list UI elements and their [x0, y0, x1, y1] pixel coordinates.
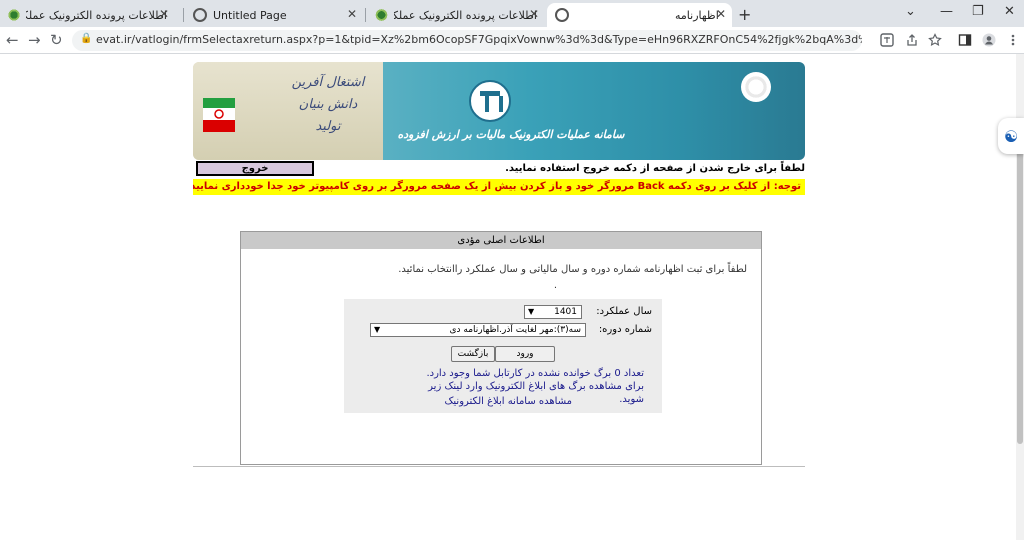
- profile-icon[interactable]: [982, 33, 996, 47]
- url-input[interactable]: 🔒 evat.ir/vatlogin/frmSelectaxreturn.asp…: [72, 30, 862, 51]
- restore-button[interactable]: ❐: [972, 4, 984, 19]
- lock-icon: 🔒: [80, 33, 93, 44]
- electronic-notice-link[interactable]: مشاهده سامانه ابلاغ الکترونیک: [444, 396, 572, 407]
- intro-dot: .: [553, 280, 557, 291]
- slogan-line: دانش بنیان: [298, 97, 358, 112]
- back-form-button[interactable]: بازگشت: [451, 346, 495, 362]
- close-icon[interactable]: ✕: [716, 7, 726, 21]
- menu-icon[interactable]: [1006, 33, 1020, 47]
- forward-button[interactable]: →: [28, 31, 41, 49]
- share-icon[interactable]: [905, 33, 919, 47]
- iran-flag-icon: [203, 98, 235, 132]
- tab-4-active[interactable]: اظهارنامه ✕: [547, 3, 732, 27]
- scrollbar-thumb[interactable]: [1017, 144, 1023, 444]
- tab-title: اطلاعات پرونده الکترونیک عملکرد:: [393, 8, 537, 22]
- chevron-down-icon: ▼: [528, 307, 535, 316]
- divider: [193, 466, 805, 467]
- sidepanel-icon[interactable]: [958, 33, 972, 47]
- url-text: evat.ir/vatlogin/frmSelectaxreturn.aspx?…: [96, 33, 862, 46]
- intro-text: لطفاً برای ثبت اظهارنامه شماره دوره و سا…: [398, 264, 747, 275]
- taxpayer-info-panel: اطلاعات اصلی مؤدی لطفاً برای ثبت اظهارنا…: [240, 231, 762, 465]
- exit-hint-text: لطفاً برای خارج شدن از صفحه از دکمه خروج…: [505, 163, 805, 174]
- period-select[interactable]: ▼ سه(۳):مهر لغایت آذر.اظهارنامه دی: [370, 323, 586, 337]
- enter-button[interactable]: ورود: [495, 346, 555, 362]
- close-icon[interactable]: ✕: [159, 7, 169, 21]
- banner-slogan: اشتغال آفرین دانش بنیان تولید: [283, 72, 373, 138]
- period-value: سه(۳):مهر لغایت آذر.اظهارنامه دی: [449, 325, 581, 335]
- exit-button[interactable]: خروج: [196, 161, 314, 176]
- exit-row: خروج لطفاً برای خارج شدن از صفحه از دکمه…: [193, 160, 805, 178]
- chevron-down-icon: ▼: [374, 325, 381, 334]
- tab-title: Untitled Page: [213, 8, 287, 22]
- banner-title: سامانه عملیات الکترونیک مالیات بر ارزش ا…: [397, 128, 625, 141]
- tab-3[interactable]: اطلاعات پرونده الکترونیک عملکرد: ✕: [367, 3, 545, 27]
- tab-title: اطلاعات پرونده الکترونیک عملکرد:: [26, 8, 167, 22]
- slogan-line: تولید: [315, 119, 341, 134]
- assistant-widget-icon[interactable]: ☯: [998, 118, 1024, 154]
- tax-logo-icon: [469, 80, 511, 122]
- tab-title: اظهارنامه: [675, 8, 719, 22]
- selection-form: سال عملکرد: ▼ 1401 شماره دوره: ▼ سه(۳):م…: [344, 299, 662, 413]
- gear-icon: [375, 8, 388, 22]
- year-label: سال عملکرد:: [596, 306, 652, 317]
- close-icon[interactable]: ✕: [529, 7, 539, 21]
- back-button[interactable]: ←: [6, 31, 19, 49]
- year-select[interactable]: ▼ 1401: [524, 305, 582, 319]
- star-icon[interactable]: [928, 33, 942, 47]
- tab-bar: اطلاعات پرونده الکترونیک عملکرد: ✕ Untit…: [0, 0, 1024, 27]
- panel-intro: لطفاً برای ثبت اظهارنامه شماره دوره و سا…: [267, 262, 747, 294]
- year-value: 1401: [554, 307, 577, 317]
- tab-separator: [365, 8, 366, 22]
- close-icon[interactable]: ✕: [347, 7, 357, 21]
- minimize-button[interactable]: —: [940, 4, 953, 19]
- new-tab-button[interactable]: +: [738, 5, 751, 24]
- gear-icon: [8, 8, 21, 22]
- tab-2[interactable]: Untitled Page ✕: [185, 3, 363, 27]
- banner-left-panel: اشتغال آفرین دانش بنیان تولید: [193, 62, 383, 160]
- tab-separator: [183, 8, 184, 22]
- tab-1[interactable]: اطلاعات پرونده الکترونیک عملکرد: ✕: [0, 3, 175, 27]
- reload-button[interactable]: ↻: [50, 31, 63, 49]
- globe-icon: [193, 8, 207, 22]
- globe-icon: [555, 8, 569, 22]
- site-banner: اشتغال آفرین دانش بنیان تولید سامانه عمل…: [193, 62, 805, 160]
- window-close-button[interactable]: ✕: [1004, 4, 1015, 19]
- chevron-down-icon[interactable]: ⌄: [905, 4, 916, 19]
- slogan-line: اشتغال آفرین: [291, 75, 365, 90]
- translate-icon[interactable]: [880, 33, 894, 47]
- period-label: شماره دوره:: [598, 324, 652, 335]
- warning-banner: توجه: از کلیک بر روی دکمه Back مرورگر خو…: [193, 179, 805, 195]
- panel-title: اطلاعات اصلی مؤدی: [241, 232, 761, 249]
- address-bar-row: ← → ↻ 🔒 evat.ir/vatlogin/frmSelectaxretu…: [0, 27, 1024, 54]
- organization-emblem-icon: [741, 72, 771, 102]
